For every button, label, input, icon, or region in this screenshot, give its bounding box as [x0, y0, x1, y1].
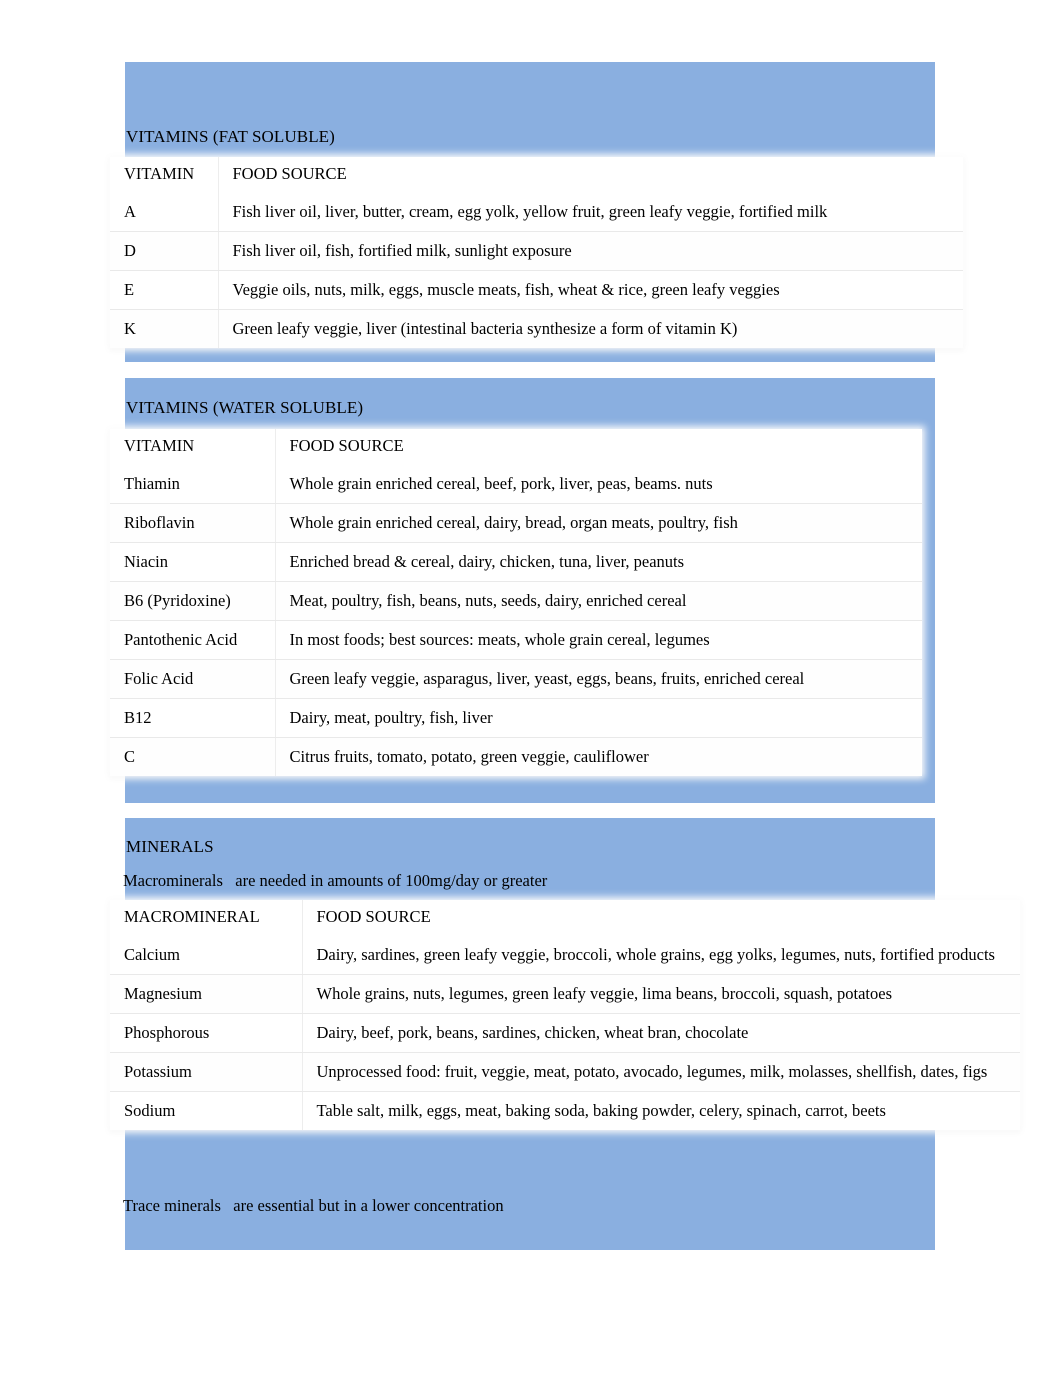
mineral-food-source: Dairy, beef, pork, beans, sardines, chic… [302, 1013, 1020, 1053]
mineral-name: Calcium [110, 936, 303, 975]
table-body: Thiamin Whole grain enriched cereal, bee… [110, 465, 922, 776]
vitamin-food-source: Green leafy veggie, asparagus, liver, ye… [275, 659, 922, 699]
table-card-macrominerals: MACROMINERAL FOOD SOURCE Calcium Dairy, … [110, 900, 1020, 1130]
fat-soluble-vitamins-table: VITAMIN FOOD SOURCE A Fish liver oil, li… [110, 157, 963, 348]
vitamin-food-source: Fish liver oil, liver, butter, cream, eg… [218, 193, 963, 232]
vitamin-food-source: Whole grain enriched cereal, dairy, brea… [275, 503, 922, 543]
column-header-food-source: FOOD SOURCE [218, 157, 963, 193]
vitamin-food-source: Enriched bread & cereal, dairy, chicken,… [275, 542, 922, 582]
table-header: VITAMIN FOOD SOURCE [110, 429, 922, 465]
table-header: MACROMINERAL FOOD SOURCE [110, 900, 1020, 936]
section-heading-water-soluble: VITAMINS (WATER SOLUBLE) [126, 398, 364, 417]
vitamin-name: Pantothenic Acid [110, 620, 276, 660]
table-body: Calcium Dairy, sardines, green leafy veg… [110, 936, 1020, 1130]
table-row: Thiamin Whole grain enriched cereal, bee… [110, 465, 922, 504]
vitamin-name: B6 (Pyridoxine) [110, 581, 276, 621]
table-row: B6 (Pyridoxine) Meat, poultry, fish, bea… [110, 581, 922, 621]
section-heading-fat-soluble: VITAMINS (FAT SOLUBLE) [126, 127, 335, 146]
water-soluble-vitamins-table: VITAMIN FOOD SOURCE Thiamin Whole grain … [110, 429, 922, 776]
section-heading-minerals: MINERALS [126, 837, 214, 856]
mineral-food-source: Table salt, milk, eggs, meat, baking sod… [302, 1091, 1020, 1130]
table-header-row: VITAMIN FOOD SOURCE [110, 157, 963, 193]
table-row: K Green leafy veggie, liver (intestinal … [110, 309, 963, 348]
table-body: A Fish liver oil, liver, butter, cream, … [110, 193, 963, 348]
table-row: Folic Acid Green leafy veggie, asparagus… [110, 659, 922, 699]
vitamin-name: E [110, 270, 219, 310]
table-row: Niacin Enriched bread & cereal, dairy, c… [110, 542, 922, 582]
table-row: E Veggie oils, nuts, milk, eggs, muscle … [110, 270, 963, 310]
column-header-vitamin: VITAMIN [110, 429, 276, 465]
table-row: Sodium Table salt, milk, eggs, meat, bak… [110, 1091, 1020, 1130]
vitamin-food-source: Green leafy veggie, liver (intestinal ba… [218, 309, 963, 348]
table-header: VITAMIN FOOD SOURCE [110, 157, 963, 193]
trace-minerals-definition-note: Trace minerals are essential but in a lo… [123, 1196, 504, 1215]
column-header-macromineral: MACROMINERAL [110, 900, 303, 936]
vitamin-food-source: In most foods; best sources: meats, whol… [275, 620, 922, 660]
document-page: VITAMINS (FAT SOLUBLE) VITAMIN FOOD SOUR… [0, 0, 1062, 1376]
table-row: C Citrus fruits, tomato, potato, green v… [110, 737, 922, 776]
vitamin-food-source: Citrus fruits, tomato, potato, green veg… [275, 737, 922, 776]
table-row: Potassium Unprocessed food: fruit, veggi… [110, 1052, 1020, 1092]
table-row: A Fish liver oil, liver, butter, cream, … [110, 193, 963, 232]
vitamin-name: A [110, 193, 219, 232]
macrominerals-table: MACROMINERAL FOOD SOURCE Calcium Dairy, … [110, 900, 1020, 1130]
vitamin-name: D [110, 231, 219, 271]
vitamin-name: B12 [110, 698, 276, 738]
table-card-fat-soluble: VITAMIN FOOD SOURCE A Fish liver oil, li… [110, 157, 963, 348]
mineral-name: Magnesium [110, 974, 303, 1014]
column-header-food-source: FOOD SOURCE [302, 900, 1020, 936]
mineral-name: Potassium [110, 1052, 303, 1092]
table-row: Riboflavin Whole grain enriched cereal, … [110, 503, 922, 543]
vitamin-food-source: Dairy, meat, poultry, fish, liver [275, 698, 922, 738]
mineral-food-source: Unprocessed food: fruit, veggie, meat, p… [302, 1052, 1020, 1092]
column-header-vitamin: VITAMIN [110, 157, 219, 193]
table-row: D Fish liver oil, fish, fortified milk, … [110, 231, 963, 271]
table-row: B12 Dairy, meat, poultry, fish, liver [110, 698, 922, 738]
column-header-food-source: FOOD SOURCE [275, 429, 922, 465]
vitamin-name: Niacin [110, 542, 276, 582]
vitamin-name: K [110, 309, 219, 348]
vitamin-name: C [110, 737, 276, 776]
macrominerals-definition-note: Macrominerals are needed in amounts of 1… [123, 871, 548, 890]
mineral-name: Sodium [110, 1091, 303, 1130]
vitamin-name: Thiamin [110, 465, 276, 504]
table-row: Phosphorous Dairy, beef, pork, beans, sa… [110, 1013, 1020, 1053]
table-row: Magnesium Whole grains, nuts, legumes, g… [110, 974, 1020, 1014]
vitamin-food-source: Meat, poultry, fish, beans, nuts, seeds,… [275, 581, 922, 621]
mineral-name: Phosphorous [110, 1013, 303, 1053]
vitamin-food-source: Veggie oils, nuts, milk, eggs, muscle me… [218, 270, 963, 310]
vitamin-food-source: Fish liver oil, fish, fortified milk, su… [218, 231, 963, 271]
mineral-food-source: Dairy, sardines, green leafy veggie, bro… [302, 936, 1020, 975]
table-header-row: MACROMINERAL FOOD SOURCE [110, 900, 1020, 936]
table-row: Pantothenic Acid In most foods; best sou… [110, 620, 922, 660]
vitamin-name: Riboflavin [110, 503, 276, 543]
vitamin-food-source: Whole grain enriched cereal, beef, pork,… [275, 465, 922, 504]
table-card-water-soluble: VITAMIN FOOD SOURCE Thiamin Whole grain … [110, 429, 922, 776]
table-header-row: VITAMIN FOOD SOURCE [110, 429, 922, 465]
vitamin-name: Folic Acid [110, 659, 276, 699]
mineral-food-source: Whole grains, nuts, legumes, green leafy… [302, 974, 1020, 1014]
table-row: Calcium Dairy, sardines, green leafy veg… [110, 936, 1020, 975]
